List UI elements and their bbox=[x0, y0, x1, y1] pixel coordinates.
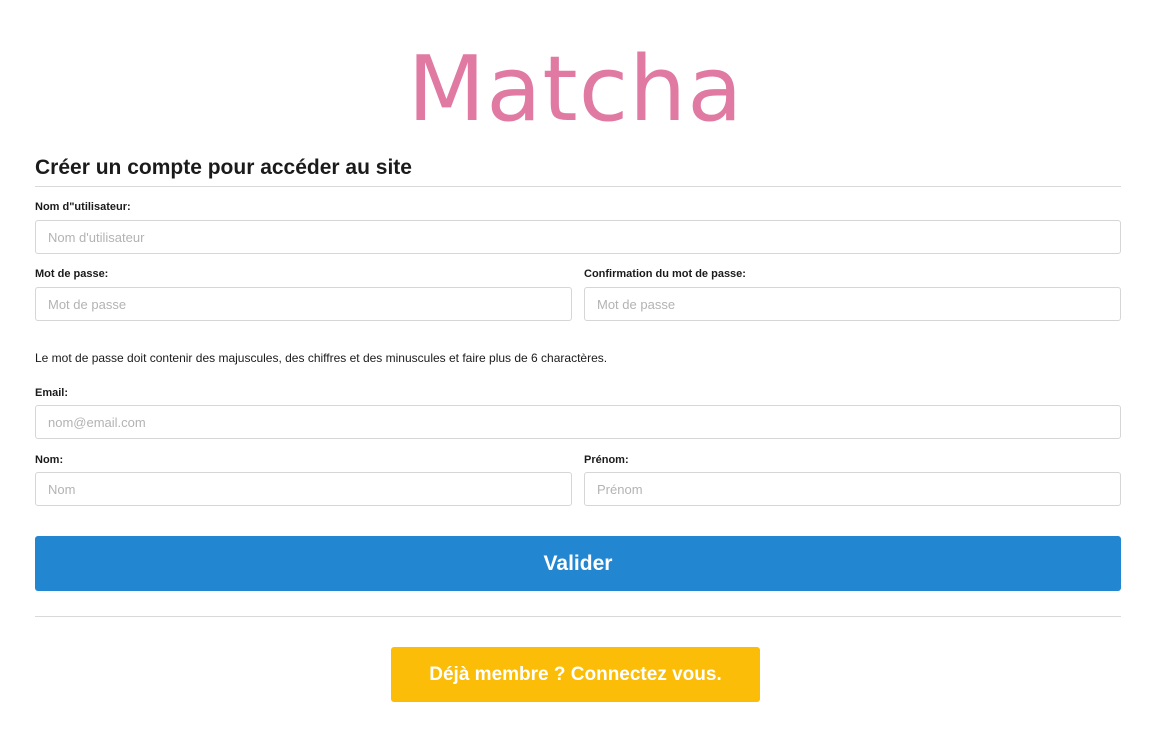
first-name-label: Prénom: bbox=[584, 454, 629, 466]
password-help-text: Le mot de passe doit contenir des majusc… bbox=[35, 351, 608, 365]
username-label: Nom d"utilisateur: bbox=[35, 201, 131, 213]
email-label: Email: bbox=[35, 387, 69, 399]
password-confirm-label: Confirmation du mot de passe: bbox=[584, 268, 746, 280]
login-button[interactable]: Déjà membre ? Connectez vous. bbox=[391, 647, 760, 702]
password-confirm-input[interactable] bbox=[584, 287, 1121, 321]
last-name-label: Nom: bbox=[35, 454, 64, 466]
email-input[interactable] bbox=[35, 405, 1121, 439]
page-title: Créer un compte pour accéder au site bbox=[35, 156, 412, 179]
title-divider bbox=[35, 186, 1121, 187]
section-divider bbox=[35, 616, 1121, 617]
submit-button[interactable]: Valider bbox=[35, 536, 1121, 591]
last-name-input[interactable] bbox=[35, 472, 572, 506]
username-input[interactable] bbox=[35, 220, 1121, 254]
password-input[interactable] bbox=[35, 287, 572, 321]
app-logo: Matcha bbox=[407, 37, 744, 142]
first-name-input[interactable] bbox=[584, 472, 1121, 506]
password-label: Mot de passe: bbox=[35, 268, 109, 280]
